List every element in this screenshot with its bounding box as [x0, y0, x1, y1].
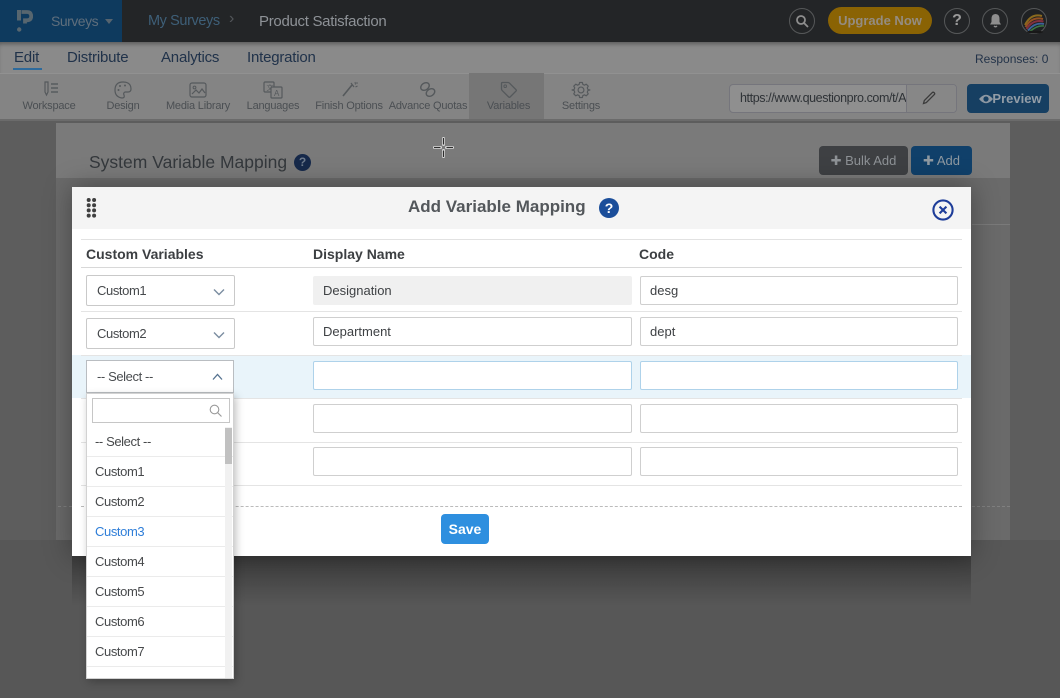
svg-text:A: A	[274, 89, 280, 98]
